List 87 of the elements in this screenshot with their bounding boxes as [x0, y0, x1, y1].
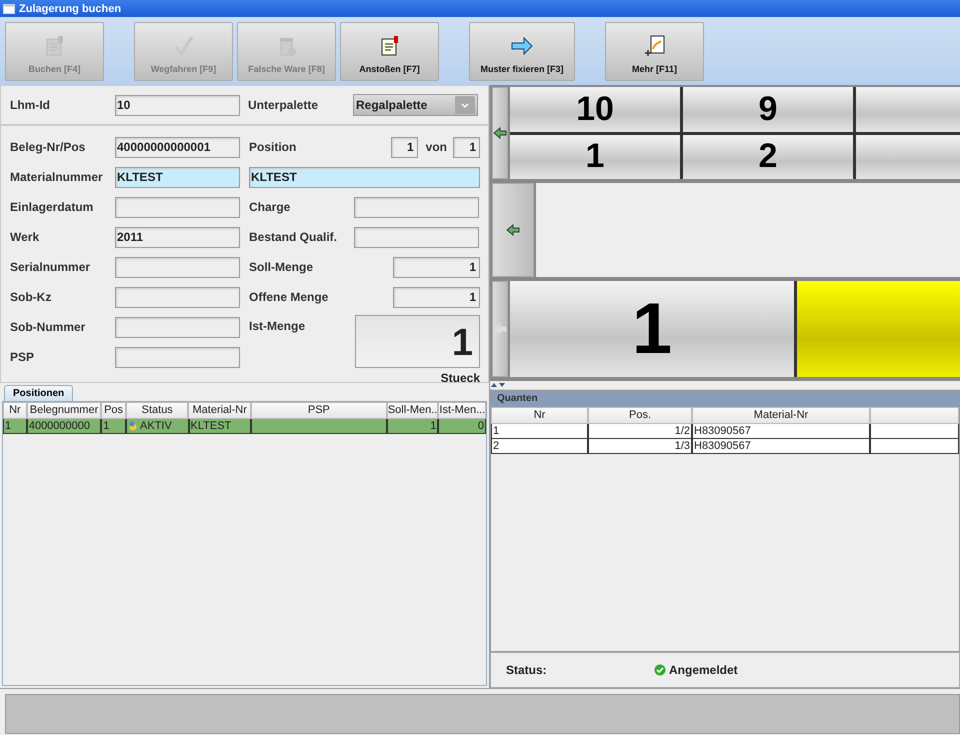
splitter-arrows-icon[interactable] — [490, 382, 506, 388]
table-cell: 1/3 — [674, 439, 690, 453]
input-field[interactable]: 2011 — [115, 226, 240, 248]
checkmark-icon — [654, 664, 666, 676]
field-label: Werk — [10, 230, 40, 244]
table-cell: 1 — [5, 419, 12, 433]
column-header[interactable]: PSP — [250, 402, 387, 419]
input-field[interactable]: 1 — [453, 136, 480, 158]
column-header[interactable]: Soll-Men... — [386, 402, 438, 419]
dropdown[interactable]: Regalpalette — [353, 94, 478, 116]
field-label: Unterpalette — [248, 98, 320, 112]
input-field[interactable] — [354, 196, 479, 218]
field-label: Soll-Menge — [249, 260, 314, 274]
field-label: PSP — [10, 350, 36, 364]
slot-tile[interactable]: 1 — [510, 281, 794, 377]
input-field[interactable] — [115, 196, 240, 218]
table-cell: 2 — [493, 439, 500, 453]
status-icon — [128, 421, 138, 431]
field-label: Einlagerdatum — [10, 200, 94, 214]
status-value: Angemeldet — [669, 663, 738, 677]
toolbar-button[interactable]: Mehr [F11] — [605, 22, 704, 80]
table-cell: 4000000000 — [28, 419, 90, 433]
slot-tile[interactable]: 10 — [510, 87, 680, 132]
input-field[interactable]: 1 — [393, 286, 480, 308]
column-header[interactable] — [870, 407, 959, 424]
slot-tile[interactable]: 9 — [683, 87, 853, 132]
back-button[interactable] — [492, 87, 508, 179]
input-field[interactable] — [354, 226, 479, 248]
dropdown-caret-icon — [455, 96, 475, 114]
table-cell: 1/2 — [674, 424, 690, 438]
table-row[interactable]: 1 1/2 H83090567 — [491, 424, 959, 439]
input-field[interactable]: KLTEST — [115, 166, 240, 188]
column-header[interactable]: Pos. — [588, 407, 692, 424]
panel-title: Quanten — [491, 391, 959, 407]
field-label: Lhm-Id — [10, 98, 51, 112]
table-cell: 0 — [478, 419, 484, 433]
field-label: Sob-Nummer — [10, 320, 86, 334]
slot-tile[interactable]: 1 — [510, 134, 680, 179]
input-field[interactable] — [115, 316, 240, 338]
toolbar-button[interactable]: Muster fixieren [F3] — [469, 22, 575, 80]
arrow-left-icon — [506, 224, 520, 236]
arrow-left-icon — [493, 323, 507, 335]
column-header[interactable]: Nr — [3, 402, 27, 419]
window-title: Zulagerung buchen — [19, 2, 122, 14]
table-cell: AKTIV — [140, 419, 172, 433]
field-label: Serialnummer — [10, 260, 92, 274]
column-header[interactable]: Material-Nr — [692, 407, 870, 424]
column-header[interactable]: Status — [126, 402, 188, 419]
input-field[interactable] — [115, 256, 240, 278]
input-field[interactable]: KLTEST — [249, 166, 480, 188]
table-row[interactable]: 2 1/3 H83090567 — [491, 439, 959, 454]
table-cell: 1 — [103, 419, 110, 433]
input-field[interactable]: 10 — [115, 94, 240, 116]
table-cell: 1 — [493, 424, 500, 438]
field-label: Position — [249, 140, 298, 154]
table-cell: KLTEST — [190, 419, 232, 433]
field-label: Sob-Kz — [10, 290, 52, 304]
table-row[interactable]: 1 4000000000 1 AKTIV KLTEST 1 0 — [3, 419, 486, 434]
quantity-display: 1 — [355, 315, 480, 368]
status-label: Status: — [506, 663, 548, 677]
input-field[interactable] — [115, 286, 240, 308]
table-cell: 1 — [430, 419, 436, 433]
arrow-left-icon — [493, 127, 507, 139]
toolbar-button[interactable]: Anstoßen [F7] — [340, 22, 439, 80]
field-label: von — [426, 140, 447, 154]
tab[interactable]: Positionen — [4, 385, 74, 401]
document-plus-icon — [642, 34, 666, 58]
input-field[interactable] — [115, 346, 240, 368]
window-icon — [3, 4, 15, 14]
input-field[interactable]: 1 — [393, 256, 480, 278]
table-cell: H83090567 — [694, 424, 751, 438]
column-header[interactable]: Pos — [101, 402, 126, 419]
unit-label: Stueck — [440, 371, 480, 385]
table-cell: H83090567 — [694, 439, 751, 453]
field-label: Offene Menge — [249, 290, 330, 304]
field-label: Ist-Menge — [249, 319, 306, 335]
input-field[interactable]: 40000000000001 — [115, 136, 240, 158]
field-label: Charge — [249, 200, 292, 214]
field-label: Bestand Qualif. — [249, 230, 338, 244]
column-header[interactable]: Belegnummer — [26, 402, 102, 419]
slot-tile[interactable]: 2 — [683, 134, 853, 179]
field-label: Beleg-Nr/Pos — [10, 140, 86, 154]
column-header[interactable]: Material-Nr — [188, 402, 251, 419]
column-header[interactable]: Ist-Men... — [438, 402, 486, 419]
field-label: Materialnummer — [10, 170, 104, 184]
input-field[interactable]: 1 — [390, 136, 418, 158]
column-header[interactable]: Nr — [491, 407, 588, 424]
